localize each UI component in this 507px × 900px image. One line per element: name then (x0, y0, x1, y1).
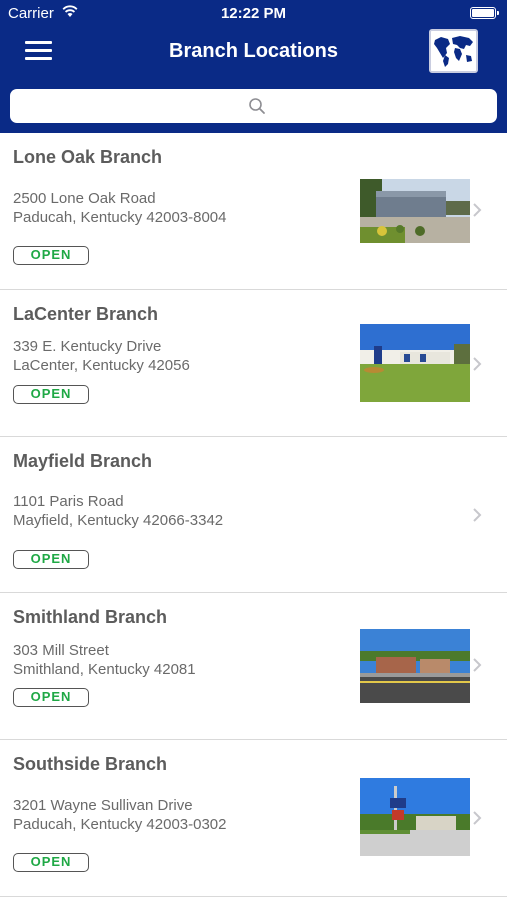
branch-row-southside[interactable]: Southside Branch 3201 Wayne Sullivan Dri… (0, 740, 507, 897)
world-map-icon[interactable] (429, 29, 478, 73)
chevron-right-icon (473, 658, 482, 672)
branch-address-line2: Paducah, Kentucky 42003-8004 (13, 209, 227, 226)
branch-row-lone-oak[interactable]: Lone Oak Branch 2500 Lone Oak Road Paduc… (0, 133, 507, 290)
branch-address-line2: Mayfield, Kentucky 42066-3342 (13, 512, 224, 529)
branch-name: Southside Branch (13, 754, 168, 774)
branch-address-line1: 2500 Lone Oak Road (13, 190, 156, 207)
branch-address-line1: 3201 Wayne Sullivan Drive (13, 797, 193, 814)
branch-photo (360, 629, 470, 703)
status-bar: Carrier 12:22 PM (0, 0, 507, 28)
branch-address-line1: 1101 Paris Road (13, 493, 124, 510)
battery-icon (470, 7, 499, 19)
chevron-right-icon (473, 811, 482, 825)
branch-address-line1: 339 E. Kentucky Drive (13, 338, 162, 355)
branch-address-line1: 303 Mill Street (13, 642, 109, 659)
status-time: 12:22 PM (220, 5, 287, 22)
status-badge: OPEN (13, 550, 89, 569)
branch-photo (360, 179, 470, 243)
branch-photo (360, 778, 470, 856)
nav-header: Carrier 12:22 PM Branch Locations (0, 0, 507, 133)
branch-address-line2: Smithland, Kentucky 42081 (13, 661, 196, 678)
branch-name: LaCenter Branch (13, 304, 159, 324)
chevron-right-icon (473, 508, 482, 522)
branch-row-mayfield[interactable]: Mayfield Branch 1101 Paris Road Mayfield… (0, 437, 507, 593)
status-badge: OPEN (13, 853, 89, 872)
search-icon (249, 98, 265, 114)
chevron-right-icon (473, 203, 482, 217)
search-field[interactable] (10, 89, 497, 123)
branch-address-line2: LaCenter, Kentucky 42056 (13, 357, 190, 374)
status-badge: OPEN (13, 246, 89, 265)
branch-address-line2: Paducah, Kentucky 42003-0302 (13, 816, 227, 833)
status-badge: OPEN (13, 688, 89, 707)
branch-name: Smithland Branch (13, 607, 168, 627)
branch-name: Lone Oak Branch (13, 147, 163, 167)
branch-row-lacenter[interactable]: LaCenter Branch 339 E. Kentucky Drive La… (0, 290, 507, 437)
chevron-right-icon (473, 357, 482, 371)
status-badge: OPEN (13, 385, 89, 404)
branch-photo (360, 324, 470, 402)
branch-name: Mayfield Branch (13, 451, 153, 471)
branch-row-smithland[interactable]: Smithland Branch 303 Mill Street Smithla… (0, 593, 507, 740)
